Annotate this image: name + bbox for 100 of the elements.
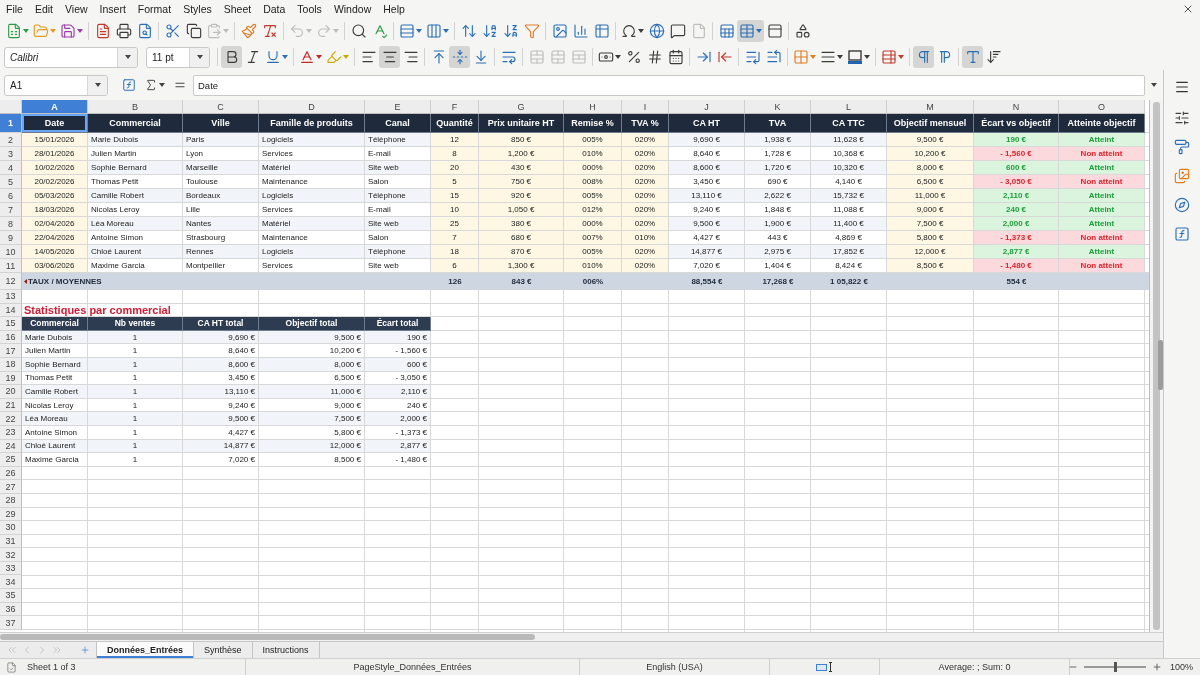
column-header[interactable]: B [88,100,183,114]
column-header[interactable]: F [431,100,479,114]
row-header[interactable]: 5 [0,175,22,189]
zoom-slider-thumb[interactable] [1113,662,1117,672]
column-header[interactable]: J [669,100,745,114]
table-cell: 012% [564,203,622,217]
table-cell: 1,200 € [479,147,564,161]
row-header[interactable]: 35 [0,589,22,603]
table-cell: 9,690 € [669,133,745,147]
folder-icon [33,23,49,39]
vertical-scrollbar[interactable] [1149,100,1163,632]
table-cell-text: 006% [581,276,605,288]
column-heading: Atteinte objectif [1059,114,1145,133]
zoom-in-button[interactable] [1151,661,1162,673]
bold-button[interactable] [221,46,242,68]
font-name-field[interactable]: Calibri [4,46,138,68]
row-header[interactable]: 7 [0,203,22,217]
row-header[interactable]: 37 [0,616,22,630]
column-header[interactable]: A [22,100,88,114]
left-to-right-button[interactable] [913,46,934,68]
sheet-tab[interactable]: Données_Entrées [96,642,195,658]
menu-item[interactable]: View [59,0,94,18]
column-header[interactable]: E [365,100,431,114]
row-header[interactable]: 25 [0,453,22,467]
row-header[interactable]: 3 [0,147,22,161]
table-cell: Atteint [1059,161,1145,175]
table-cell: 020% [622,147,669,161]
row-header[interactable]: 15 [0,317,22,331]
column-header[interactable]: N [974,100,1059,114]
column-header[interactable]: I [622,100,669,114]
menu-item[interactable]: File [0,0,29,18]
menu-item[interactable]: Sheet [217,0,258,18]
arrow-down-lines-icon [985,49,1002,65]
calendar-icon [667,49,684,65]
table-cell: 1 [88,412,183,426]
column-header[interactable]: O [1059,100,1145,114]
table-cell: Nantes [183,217,259,231]
table-cell: 8,600 € [669,161,745,175]
row-header[interactable]: 2 [0,133,22,147]
column-header[interactable]: M [887,100,974,114]
table-cell: 850 € [479,133,564,147]
merge-cells-icon [549,49,566,65]
table-cell: 10,200 € [887,147,974,161]
table-cell: Paris [183,133,259,147]
table-cell: 7 [431,231,479,245]
row-header[interactable]: 1 [0,114,22,133]
sidebar-handle[interactable] [1158,340,1163,390]
row-header[interactable]: 10 [0,245,22,259]
font-size-dropdown[interactable] [189,47,209,67]
table-cell: 008% [564,175,622,189]
align-center-button[interactable] [379,46,400,68]
row-header[interactable]: 30 [0,521,22,535]
column-header[interactable]: D [259,100,365,114]
table-cell: 20 [431,161,479,175]
menu-item[interactable]: Format [131,0,178,18]
table-cell: Atteint [1059,203,1145,217]
language: English (USA) [646,662,703,672]
column-header[interactable]: C [183,100,259,114]
table-cell: 430 € [479,161,564,175]
row-header[interactable]: 32 [0,548,22,562]
table-icon [739,23,755,39]
row-header[interactable]: 12 [0,273,22,290]
table-cell: Camille Robert [88,189,183,203]
row-header[interactable]: 13 [0,290,22,304]
menu-item[interactable]: Insert [93,0,132,18]
column-header[interactable]: G [479,100,564,114]
menu-item[interactable]: Edit [28,0,59,18]
row-header[interactable]: 34 [0,575,22,590]
table-cell: 15 [431,189,479,203]
row-header[interactable]: 20 [0,385,22,399]
font-name-dropdown[interactable] [117,47,137,67]
row-header[interactable]: 8 [0,217,22,231]
row-header[interactable]: 4 [0,161,22,175]
menu-item[interactable]: Window [327,0,378,18]
table-cell: 10/02/2026 [22,161,88,175]
align-middle-button[interactable] [449,46,470,68]
font-size-field[interactable]: 11 pt [146,46,210,68]
name-box[interactable]: A1 [4,74,108,96]
menu-item[interactable]: Data [257,0,292,18]
row-header[interactable]: 11 [0,259,22,273]
formula-input[interactable]: Date [193,74,1145,96]
table-cell: 22/04/2026 [22,231,88,245]
row-header[interactable]: 9 [0,231,22,245]
caret-icon [316,55,322,59]
row-header[interactable]: 22 [0,412,22,426]
row-header[interactable]: 27 [0,480,22,494]
column-heading: Écart vs objectif [974,114,1059,133]
save-icon [60,23,76,39]
column-header[interactable]: H [564,100,622,114]
menu-item[interactable]: Help [377,0,411,18]
column-header[interactable]: K [745,100,811,114]
row-header[interactable]: 6 [0,189,22,203]
text-horizontal-button[interactable] [962,46,983,68]
name-box-dropdown[interactable] [87,75,107,95]
freeze-rows-columns-button[interactable] [737,20,764,42]
menu-item[interactable]: Styles [177,0,218,18]
row-header[interactable]: 17 [0,344,22,358]
menu-item[interactable]: Tools [291,0,328,18]
column-heading: Remise % [564,114,622,133]
column-header[interactable]: L [811,100,887,114]
